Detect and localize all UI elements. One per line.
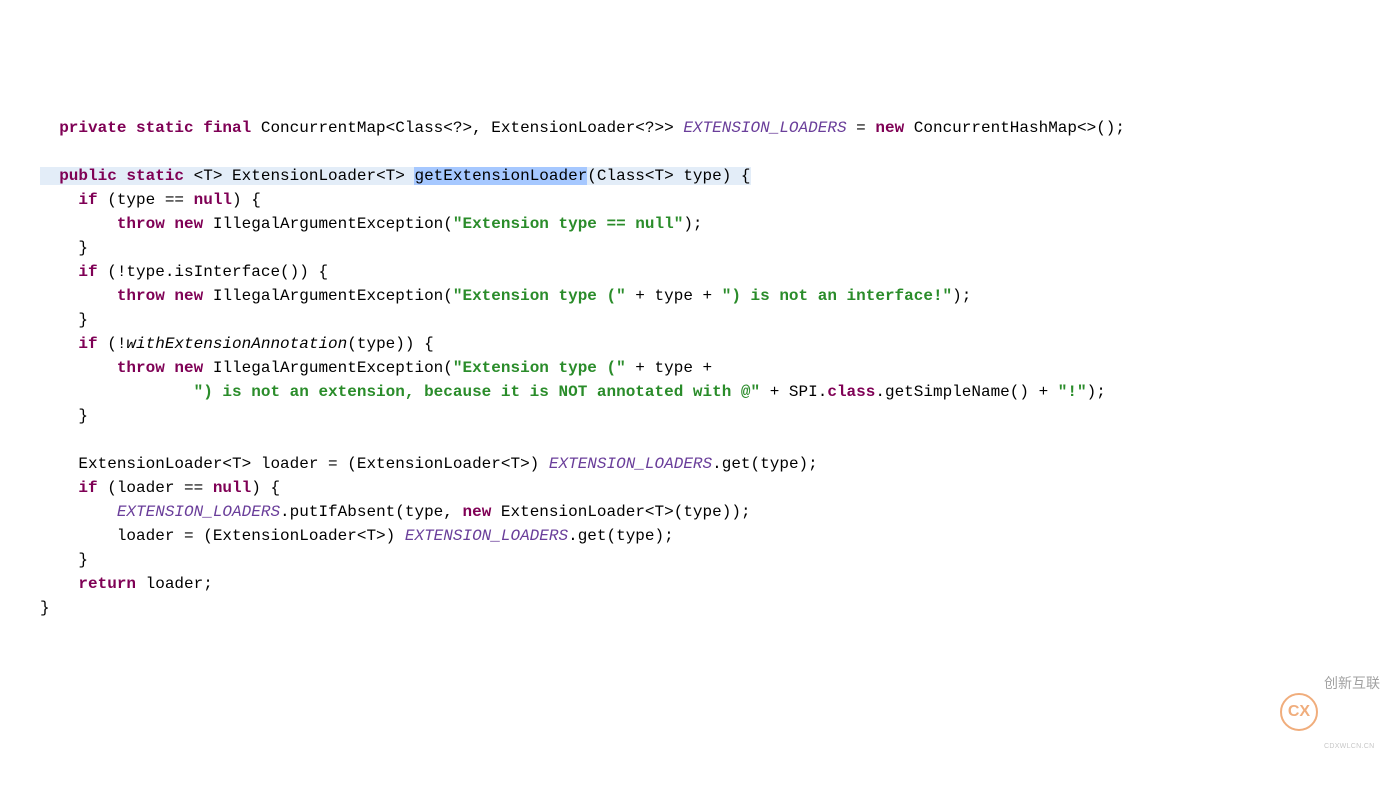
kw: throw new — [117, 215, 203, 233]
t: (! — [98, 335, 127, 353]
kw: null — [213, 479, 251, 497]
t: + SPI. — [760, 383, 827, 401]
t: IllegalArgumentException( — [203, 359, 453, 377]
t: ExtensionLoader<T>(type)); — [491, 503, 750, 521]
kw: if — [78, 263, 97, 281]
watermark-sub: CDXWLCN.CN — [1324, 742, 1380, 753]
t: (loader == — [98, 479, 213, 497]
watermark: CX 创新互联 CDXWLCN.CN — [1280, 625, 1380, 801]
t: .get(type); — [568, 527, 674, 545]
t: (Class<T> type) { — [587, 167, 750, 185]
kw: if — [78, 335, 97, 353]
t: loader = (ExtensionLoader<T>) — [40, 527, 405, 545]
const: EXTENSION_LOADERS — [683, 119, 846, 137]
t: ); — [683, 215, 702, 233]
t: = — [847, 119, 876, 137]
kw: private static final — [59, 119, 251, 137]
const: EXTENSION_LOADERS — [405, 527, 568, 545]
selection: getExtensionLoader — [414, 167, 587, 185]
t: ) { — [251, 479, 280, 497]
t: } — [40, 407, 88, 425]
t: ) { — [232, 191, 261, 209]
str: "Extension type (" — [453, 287, 626, 305]
t: ExtensionLoader<T> loader = (ExtensionLo… — [40, 455, 549, 473]
watermark-text: 创新互联 — [1324, 673, 1380, 694]
kw: new — [462, 503, 491, 521]
t: (!type.isInterface()) { — [98, 263, 328, 281]
str: "!" — [1058, 383, 1087, 401]
t: + type + — [626, 359, 712, 377]
t: ); — [1087, 383, 1106, 401]
code-block: private static final ConcurrentMap<Class… — [40, 116, 1388, 620]
kw: if — [78, 191, 97, 209]
highlighted-line: public static <T> ExtensionLoader<T> get… — [40, 167, 751, 185]
t: + type + — [626, 287, 722, 305]
str: "Extension type (" — [453, 359, 626, 377]
t: } — [40, 239, 88, 257]
kw: null — [194, 191, 232, 209]
t: .get(type); — [712, 455, 818, 473]
t: .getSimpleName() + — [875, 383, 1057, 401]
t: <T> ExtensionLoader<T> — [184, 167, 414, 185]
t: IllegalArgumentException( — [203, 215, 453, 233]
t: } — [40, 599, 50, 617]
kw: throw new — [117, 359, 203, 377]
kw: if — [78, 479, 97, 497]
t: ConcurrentHashMap<>(); — [904, 119, 1125, 137]
t: ); — [952, 287, 971, 305]
kw: class — [827, 383, 875, 401]
kw: return — [78, 575, 136, 593]
t: (type)) { — [347, 335, 433, 353]
str: "Extension type == null" — [453, 215, 683, 233]
t: .putIfAbsent(type, — [280, 503, 462, 521]
t: } — [40, 311, 88, 329]
str: ") is not an extension, because it is NO… — [194, 383, 761, 401]
const: EXTENSION_LOADERS — [549, 455, 712, 473]
method-ital: withExtensionAnnotation — [126, 335, 347, 353]
str: ") is not an interface!" — [722, 287, 952, 305]
t: IllegalArgumentException( — [203, 287, 453, 305]
t: } — [40, 551, 88, 569]
const: EXTENSION_LOADERS — [117, 503, 280, 521]
kw: throw new — [117, 287, 203, 305]
kw: new — [875, 119, 904, 137]
watermark-text-wrap: 创新互联 CDXWLCN.CN — [1324, 625, 1380, 801]
kw: public static — [59, 167, 184, 185]
t: ConcurrentMap<Class<?>, ExtensionLoader<… — [251, 119, 683, 137]
t: loader; — [136, 575, 213, 593]
t: (type == — [98, 191, 194, 209]
watermark-logo-icon: CX — [1280, 693, 1318, 731]
